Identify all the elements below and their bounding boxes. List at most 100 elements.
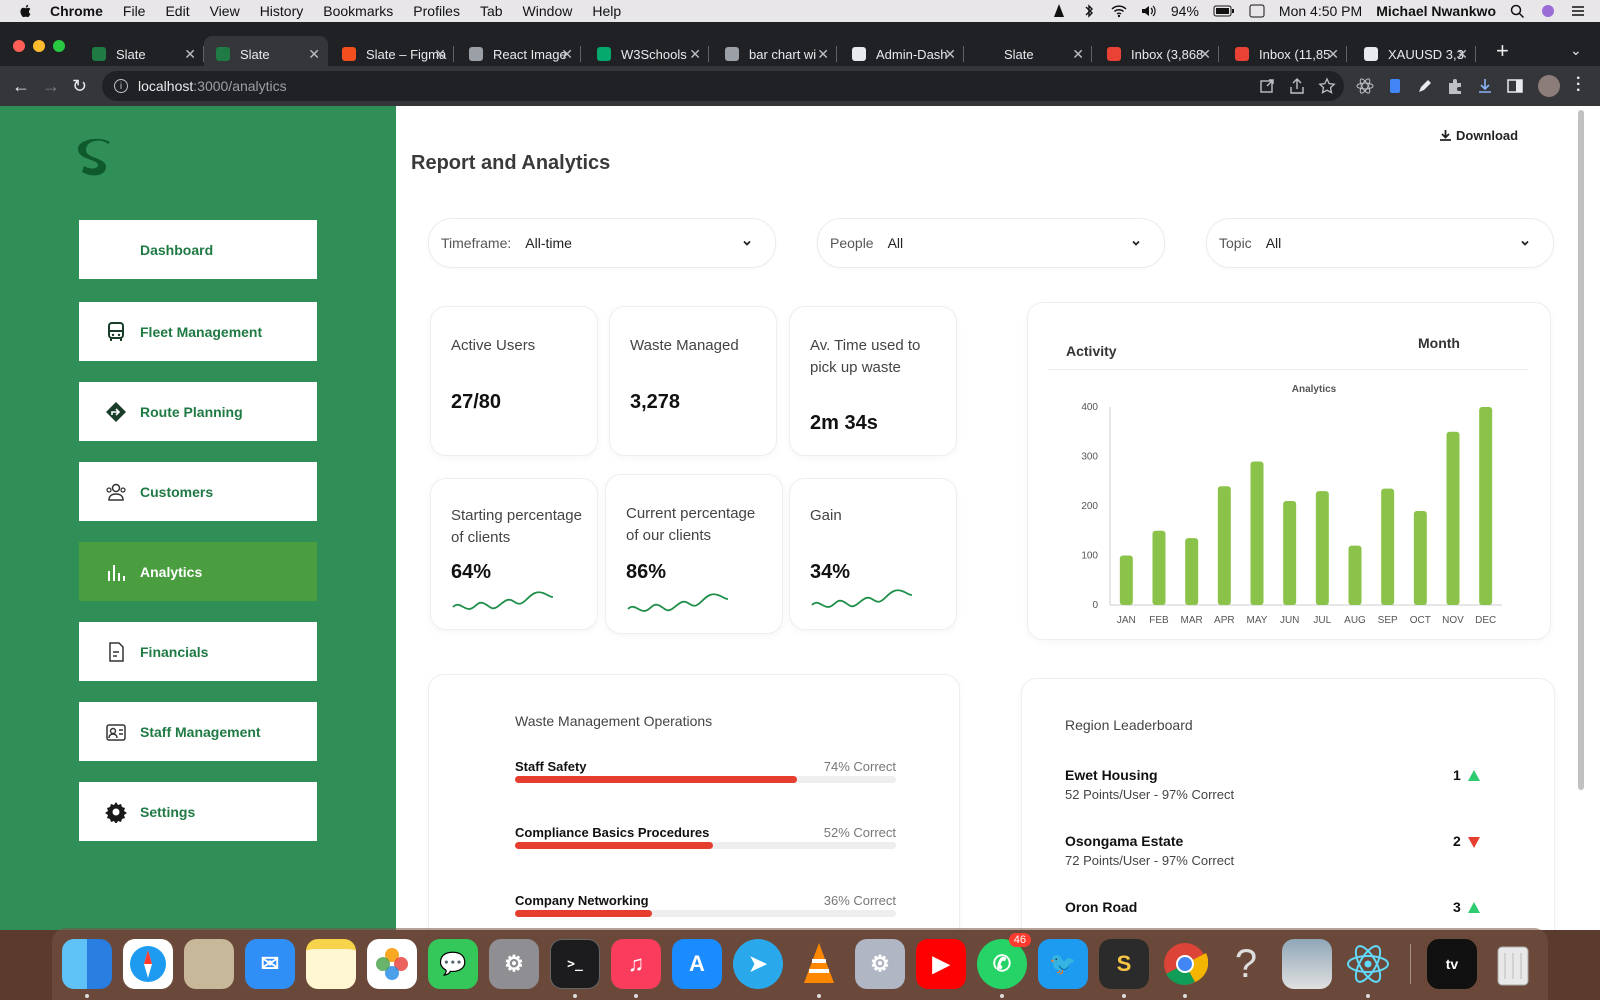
- menu-edit[interactable]: Edit: [165, 3, 189, 19]
- leaderboard-row[interactable]: Ewet Housing 52 Points/User - 97% Correct…: [1065, 767, 1495, 802]
- help-question-icon[interactable]: ?: [1221, 939, 1271, 989]
- address-bar[interactable]: i localhost:3000/analytics: [102, 71, 1344, 101]
- reload-icon[interactable]: ↻: [72, 76, 87, 97]
- vlc-icon[interactable]: [794, 939, 844, 989]
- youtube-icon[interactable]: ▶: [916, 939, 966, 989]
- vlc-status-icon[interactable]: [1051, 4, 1067, 18]
- slate-logo-icon[interactable]: [78, 138, 114, 180]
- current-pct-label-line1: Current percentage: [626, 505, 756, 522]
- apple-logo-icon[interactable]: [18, 3, 34, 19]
- people-filter[interactable]: People All: [817, 218, 1165, 268]
- sidebar-item-analytics[interactable]: Analytics: [79, 542, 317, 601]
- sidebar-item-staff-management[interactable]: Staff Management: [79, 702, 317, 761]
- terminal-running-dot: [573, 994, 577, 998]
- menu-view[interactable]: View: [210, 3, 240, 19]
- telegram-icon[interactable]: ➤: [733, 939, 783, 989]
- terminal-icon[interactable]: >_: [550, 939, 600, 989]
- tab-close-icon[interactable]: ✕: [817, 46, 829, 63]
- bluetooth-icon[interactable]: [1081, 4, 1097, 18]
- tab-close-icon[interactable]: ✕: [944, 46, 956, 63]
- sidebar-item-route-planning[interactable]: Route Planning: [79, 382, 317, 441]
- tab-close-icon[interactable]: ✕: [1456, 46, 1468, 63]
- system-preferences-icon[interactable]: ⚙: [489, 939, 539, 989]
- whatsapp-icon[interactable]: ✆ 46: [977, 933, 1031, 989]
- menu-file[interactable]: File: [123, 3, 146, 19]
- trash-icon[interactable]: [1488, 939, 1538, 989]
- menu-user[interactable]: Michael Nwankwo: [1376, 3, 1496, 19]
- open-in-icon[interactable]: [1258, 77, 1276, 95]
- tab-close-icon[interactable]: ✕: [434, 46, 446, 63]
- leaderboard-row[interactable]: Oron Road 3: [1065, 899, 1495, 919]
- calendar-status-icon[interactable]: [1249, 4, 1265, 18]
- zoom-window-button[interactable]: [53, 40, 65, 52]
- tab-close-icon[interactable]: ✕: [184, 46, 196, 63]
- battery-icon[interactable]: [1213, 4, 1235, 18]
- wifi-icon[interactable]: [1111, 4, 1127, 18]
- apple-tv-icon[interactable]: tv: [1427, 939, 1477, 989]
- side-panel-icon[interactable]: [1506, 77, 1524, 95]
- photos-icon[interactable]: [367, 939, 417, 989]
- leaderboard-row[interactable]: Osongama Estate 72 Points/User - 97% Corr…: [1065, 833, 1495, 868]
- messages-icon[interactable]: 💬: [428, 939, 478, 989]
- slate-app-icon[interactable]: S: [1099, 939, 1149, 989]
- back-arrow-icon[interactable]: ←: [12, 76, 30, 97]
- twitter-icon[interactable]: 🐦: [1038, 939, 1088, 989]
- menu-bookmarks[interactable]: Bookmarks: [323, 3, 393, 19]
- sidebar-item-label: Customers: [140, 483, 214, 500]
- react-app-icon[interactable]: [1343, 939, 1393, 989]
- sidebar-item-fleet-management[interactable]: Fleet Management: [79, 302, 317, 361]
- tab-close-icon[interactable]: ✕: [689, 46, 701, 63]
- download-button[interactable]: Download: [1440, 128, 1518, 143]
- forward-arrow-icon[interactable]: →: [42, 76, 60, 97]
- tab-close-icon[interactable]: ✕: [1327, 46, 1339, 63]
- siri-icon[interactable]: [1540, 4, 1556, 18]
- menu-window[interactable]: Window: [523, 3, 573, 19]
- volume-icon[interactable]: [1141, 4, 1157, 18]
- menu-help[interactable]: Help: [592, 3, 621, 19]
- sidebar-item-financials[interactable]: Financials: [79, 622, 317, 681]
- app-store-icon[interactable]: A: [672, 939, 722, 989]
- menu-profiles[interactable]: Profiles: [413, 3, 460, 19]
- settings-gear-icon[interactable]: ⚙: [855, 939, 905, 989]
- tab-close-icon[interactable]: ✕: [1199, 46, 1211, 63]
- chrome-icon[interactable]: [1160, 939, 1210, 989]
- tab-close-icon[interactable]: ✕: [308, 46, 320, 63]
- topic-filter[interactable]: Topic All: [1206, 218, 1554, 268]
- chrome-menu-icon[interactable]: · · ·: [1576, 71, 1581, 99]
- share-icon[interactable]: [1288, 77, 1306, 95]
- sidebar-item-customers[interactable]: Customers: [79, 462, 317, 521]
- menu-history[interactable]: History: [260, 3, 304, 19]
- new-tab-button[interactable]: +: [1496, 40, 1509, 62]
- mail-icon[interactable]: ✉: [245, 939, 295, 989]
- menu-clock[interactable]: Mon 4:50 PM: [1279, 3, 1362, 19]
- profile-avatar[interactable]: [1538, 75, 1560, 97]
- site-info-icon[interactable]: i: [114, 79, 128, 93]
- menu-app-name[interactable]: Chrome: [50, 3, 103, 19]
- tab-search-icon[interactable]: ⌄: [1570, 42, 1582, 59]
- safari-icon[interactable]: [123, 939, 173, 989]
- tab-separator: [1475, 46, 1476, 62]
- docs-extension-icon[interactable]: [1386, 77, 1404, 95]
- react-devtools-icon[interactable]: [1356, 77, 1374, 95]
- car-photo-icon[interactable]: [1282, 939, 1332, 989]
- tab-close-icon[interactable]: ✕: [561, 46, 573, 63]
- extensions-puzzle-icon[interactable]: [1446, 77, 1464, 95]
- timeframe-filter[interactable]: Timeframe: All-time: [428, 218, 776, 268]
- page-scrollbar[interactable]: [1578, 110, 1584, 790]
- control-center-icon[interactable]: [1570, 4, 1586, 18]
- bar-jan: [1119, 555, 1133, 605]
- tab-close-icon[interactable]: ✕: [1072, 46, 1084, 63]
- contacts-icon[interactable]: [184, 939, 234, 989]
- finder-icon[interactable]: [62, 939, 112, 989]
- close-window-button[interactable]: [13, 40, 25, 52]
- spotlight-search-icon[interactable]: [1510, 4, 1526, 18]
- bookmark-star-icon[interactable]: [1318, 77, 1336, 95]
- sidebar-item-dashboard[interactable]: Dashboard: [79, 220, 317, 279]
- pen-extension-icon[interactable]: [1416, 77, 1434, 95]
- sidebar-item-settings[interactable]: Settings: [79, 782, 317, 841]
- music-icon[interactable]: ♫: [611, 939, 661, 989]
- notes-icon[interactable]: [306, 939, 356, 989]
- menu-tab[interactable]: Tab: [480, 3, 503, 19]
- download-icon[interactable]: [1476, 77, 1494, 95]
- minimize-window-button[interactable]: [33, 40, 45, 52]
